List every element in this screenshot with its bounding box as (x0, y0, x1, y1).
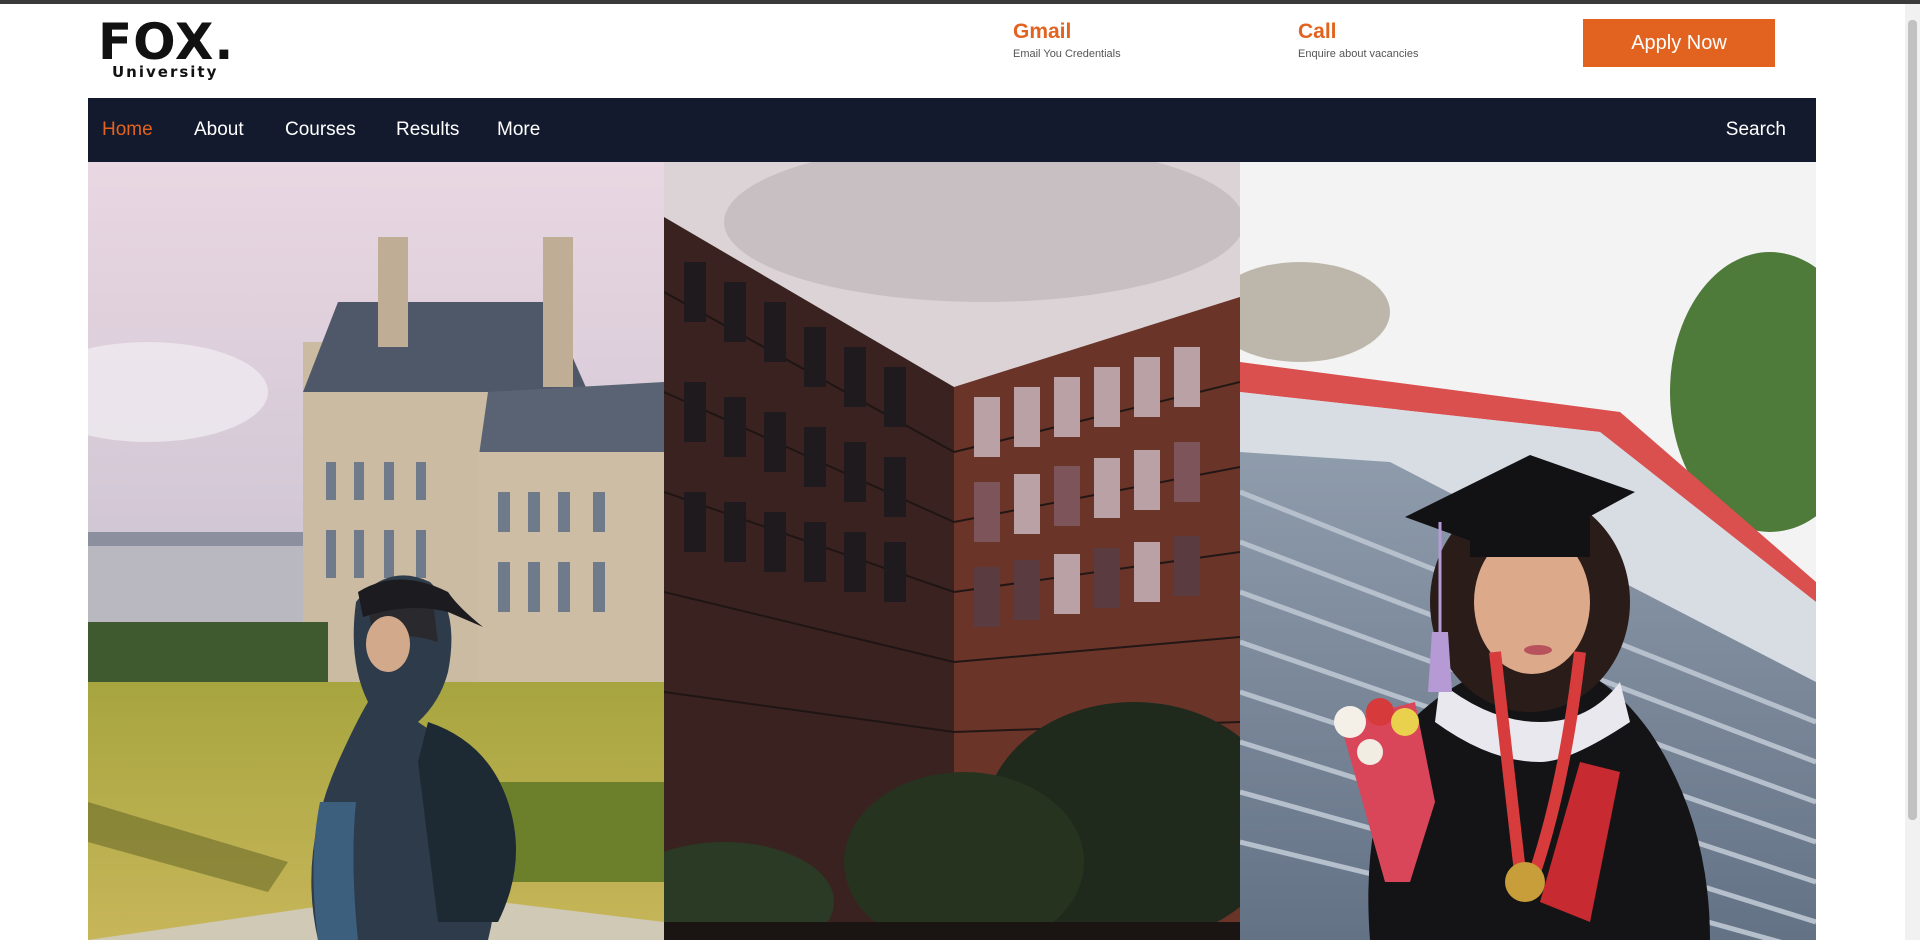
hero-gallery (88, 162, 1816, 940)
nav-item-home[interactable]: Home (102, 98, 153, 162)
contact-gmail-subtitle: Email You Credentials (1013, 48, 1121, 60)
nav-search-label: Search (1725, 119, 1786, 140)
campus-photo (88, 162, 664, 940)
contact-gmail[interactable]: Gmail Email You Credentials (1013, 20, 1121, 60)
logo-main-text: FOX. (98, 13, 235, 71)
nav-item-about[interactable]: About (194, 98, 244, 162)
nav-item-courses[interactable]: Courses (285, 98, 356, 162)
contact-gmail-title: Gmail (1013, 20, 1072, 43)
logo[interactable]: FOX. University (98, 13, 258, 89)
contact-call[interactable]: Call Enquire about vacancies (1298, 20, 1418, 60)
main-nav: Home About Courses Results More Search (88, 98, 1816, 162)
nav-item-more[interactable]: More (497, 98, 540, 162)
contact-call-subtitle: Enquire about vacancies (1298, 48, 1419, 60)
page: FOX. University Gmail Email You Credenti… (0, 4, 1905, 940)
logo-sub-text: University (112, 63, 219, 81)
apply-now-button[interactable]: Apply Now (1583, 19, 1775, 67)
building-photo (664, 162, 1240, 940)
nav-item-results[interactable]: Results (396, 98, 459, 162)
scrollbar-thumb[interactable] (1908, 20, 1917, 820)
contact-call-title: Call (1298, 20, 1337, 43)
graduate-photo (1240, 162, 1816, 940)
site-header: FOX. University Gmail Email You Credenti… (88, 4, 1816, 98)
nav-search[interactable]: Search (1726, 98, 1786, 162)
